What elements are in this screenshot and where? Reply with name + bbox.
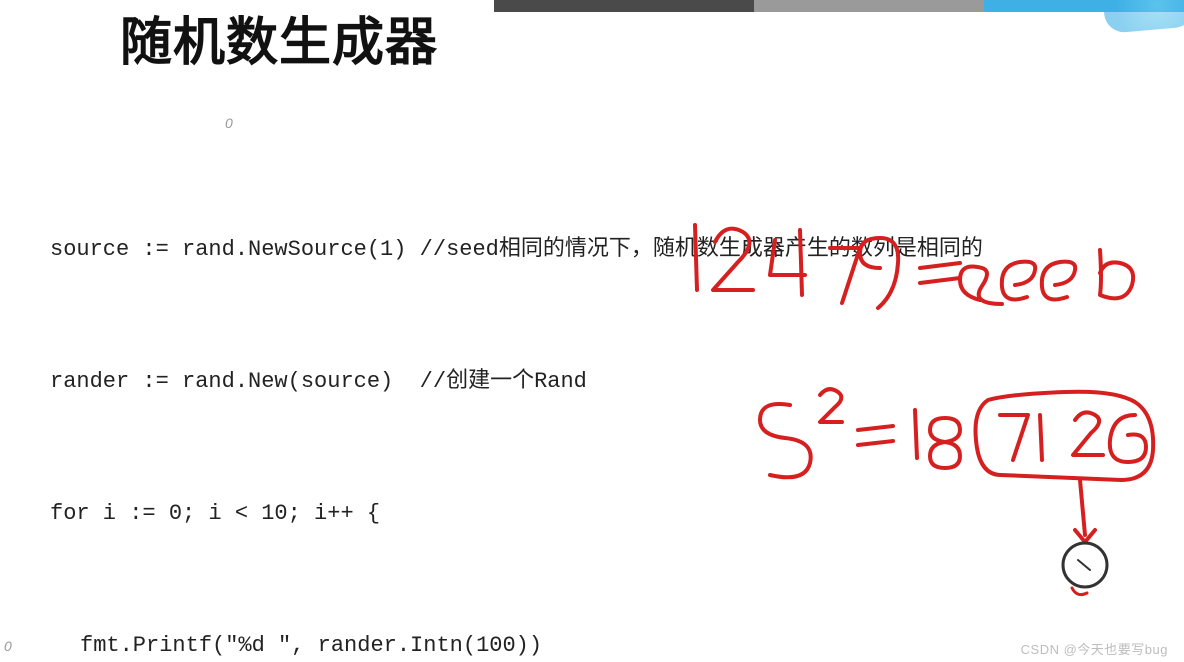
bar-segment-gray [754, 0, 984, 12]
code-line-3: for i := 0; i < 10; i++ { [50, 492, 983, 536]
code-line-4: fmt.Printf("%d ", rander.Intn(100)) [50, 624, 983, 662]
page-title: 随机数生成器 [120, 0, 438, 75]
tiny-mark-top: 0 [225, 115, 233, 131]
code-line-2: rander := rand.New(source) //创建一个Rand [50, 360, 983, 404]
header-color-bar [494, 0, 1184, 12]
tiny-mark-bottomleft: 0 [4, 638, 12, 654]
watermark: CSDN @今天也要写bug [1021, 639, 1168, 658]
code-line-1: source := rand.NewSource(1) //seed相同的情况下… [50, 228, 983, 272]
corner-badge [1102, 0, 1184, 34]
bar-segment-dark [494, 0, 754, 12]
code-block: source := rand.NewSource(1) //seed相同的情况下… [50, 140, 983, 662]
